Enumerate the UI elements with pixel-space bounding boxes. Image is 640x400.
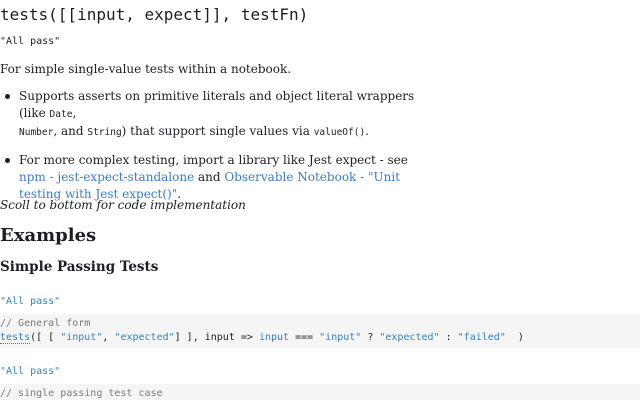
- list-item: Supports asserts on primitive literals a…: [0, 88, 420, 141]
- npm-jest-link[interactable]: npm - jest-expect-standalone: [19, 170, 194, 184]
- code-block[interactable]: // single passing test case: [0, 384, 640, 400]
- code-string: "expected": [379, 332, 440, 343]
- inline-code: Number: [19, 127, 54, 138]
- feature-list: Supports asserts on primitive literals a…: [0, 88, 420, 203]
- code-string: "input": [60, 332, 103, 343]
- code-punct: ,: [102, 332, 115, 343]
- title-cell-output: "All pass": [0, 36, 61, 47]
- code-punct: ([ [: [30, 332, 61, 343]
- code-punct: ): [505, 332, 524, 343]
- example-output: "All pass": [0, 366, 61, 377]
- code-string: "failed": [457, 332, 506, 343]
- bullet-text: For more complex testing, import a libra…: [19, 153, 408, 167]
- inline-code: Date: [49, 109, 73, 120]
- bullet-text: .: [365, 124, 369, 138]
- intro-text: For simple single-value tests within a n…: [0, 62, 292, 76]
- cell-title-signature: tests([[input, expect]], testFn): [0, 5, 309, 24]
- code-comment: // General form: [0, 318, 91, 329]
- list-item: For more complex testing, import a libra…: [0, 152, 420, 203]
- code-string: "input": [319, 332, 362, 343]
- bullet-text: ) that support single values via: [121, 124, 314, 138]
- code-function: tests: [0, 332, 31, 344]
- example-output: "All pass": [0, 296, 61, 307]
- code-block[interactable]: // General form tests([ [ "input", "expe…: [0, 314, 640, 348]
- examples-heading: Examples: [0, 225, 97, 246]
- code-string: "expected": [114, 332, 175, 343]
- inline-code: String: [87, 127, 122, 138]
- code-punct: ?: [361, 332, 380, 343]
- scroll-note: Scoll to bottom for code implementation: [0, 198, 246, 212]
- code-variable: input: [258, 332, 290, 343]
- code-punct: ] ], input =>: [174, 332, 259, 343]
- code-punct: :: [439, 332, 458, 343]
- inline-code: valueOf(): [313, 127, 366, 138]
- bullet-text: , and: [53, 124, 88, 138]
- simple-tests-heading: Simple Passing Tests: [0, 259, 159, 275]
- code-comment: // single passing test case: [0, 388, 163, 399]
- code-punct: ===: [289, 332, 320, 343]
- bullet-text: and: [194, 170, 225, 184]
- bullet-text: Supports asserts on primitive literals a…: [19, 89, 415, 120]
- bullet-text: ,: [72, 106, 77, 120]
